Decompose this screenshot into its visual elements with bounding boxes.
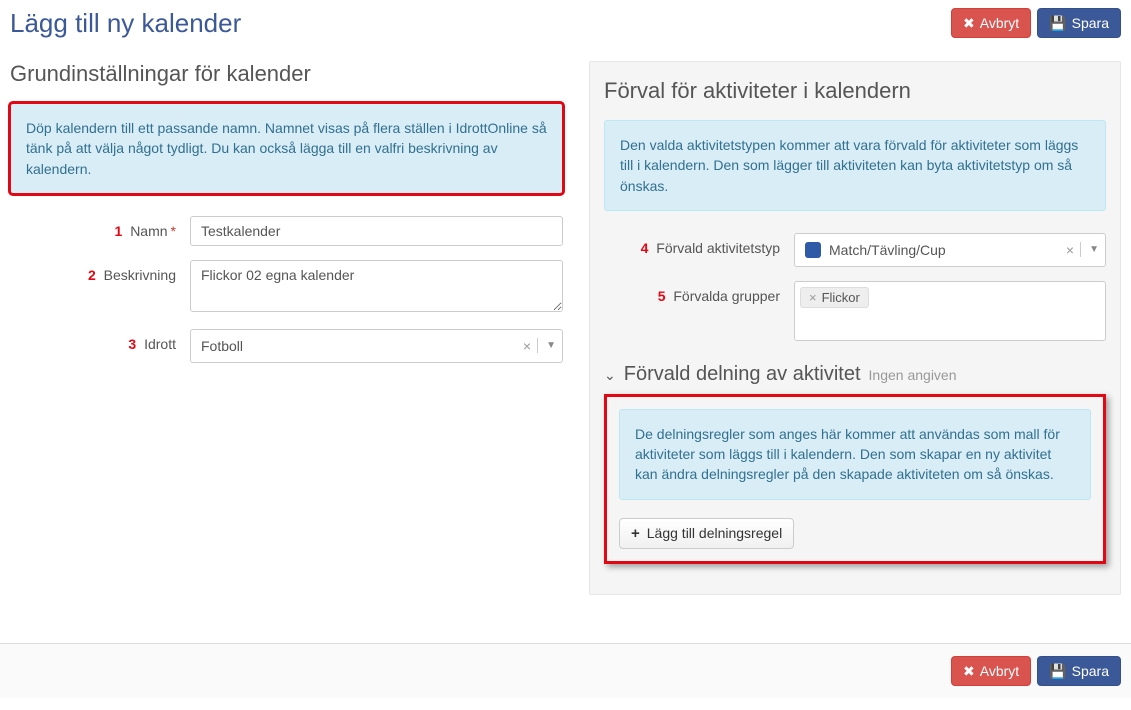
annotation-5: 5 bbox=[658, 288, 666, 304]
group-tag-label: Flickor bbox=[822, 290, 860, 305]
activity-type-label: 4 Förvald aktivitetstyp bbox=[604, 233, 794, 256]
basic-settings-title: Grundinställningar för kalender bbox=[10, 61, 563, 87]
save-icon: 💾 bbox=[1049, 16, 1066, 30]
clear-icon[interactable]: × bbox=[1060, 242, 1080, 258]
required-marker: * bbox=[171, 223, 176, 239]
groups-input[interactable]: × Flickor bbox=[794, 281, 1106, 341]
clear-icon[interactable]: × bbox=[517, 338, 537, 354]
add-sharing-rule-label: Lägg till delningsregel bbox=[647, 525, 782, 541]
add-sharing-rule-button[interactable]: + Lägg till delningsregel bbox=[619, 518, 794, 549]
plus-icon: + bbox=[631, 525, 640, 542]
name-input[interactable] bbox=[190, 216, 563, 246]
close-icon: ✖ bbox=[963, 16, 975, 30]
groups-label: 5 Förvalda grupper bbox=[604, 281, 794, 304]
name-label: 1 Namn* bbox=[10, 216, 190, 239]
annotation-2: 2 bbox=[88, 267, 96, 283]
sport-label: 3 Idrott bbox=[10, 329, 190, 352]
activity-type-select[interactable]: Match/Tävling/Cup × ▼ bbox=[794, 233, 1106, 267]
sharing-status: Ingen angiven bbox=[869, 367, 957, 383]
sharing-section-title: Förvald delning av aktivitet bbox=[624, 363, 861, 386]
annotation-1: 1 bbox=[115, 223, 123, 239]
close-icon: ✖ bbox=[963, 664, 975, 678]
description-label: 2 Beskrivning bbox=[10, 260, 190, 283]
chevron-down-icon: ⌄ bbox=[604, 367, 616, 384]
save-button-footer[interactable]: 💾 Spara bbox=[1037, 656, 1121, 686]
defaults-info: Den valda aktivitetstypen kommer att var… bbox=[604, 120, 1106, 211]
cancel-button-label: Avbryt bbox=[980, 15, 1019, 31]
cancel-button[interactable]: ✖ Avbryt bbox=[951, 8, 1031, 38]
remove-tag-icon[interactable]: × bbox=[809, 290, 817, 305]
sharing-panel: De delningsregler som anges här kommer a… bbox=[604, 394, 1106, 564]
annotation-4: 4 bbox=[641, 240, 649, 256]
basic-settings-info: Döp kalendern till ett passande namn. Na… bbox=[10, 103, 563, 194]
chevron-down-icon[interactable]: ▼ bbox=[537, 338, 556, 353]
sharing-section-toggle[interactable]: ⌄ Förvald delning av aktivitet Ingen ang… bbox=[604, 363, 1106, 386]
description-input[interactable]: Flickor 02 egna kalender bbox=[190, 260, 563, 312]
sharing-info: De delningsregler som anges här kommer a… bbox=[619, 409, 1091, 500]
save-button[interactable]: 💾 Spara bbox=[1037, 8, 1121, 38]
sport-select-value: Fotboll bbox=[201, 338, 517, 354]
group-tag[interactable]: × Flickor bbox=[800, 287, 869, 308]
cancel-button-label: Avbryt bbox=[980, 663, 1019, 679]
sport-select[interactable]: Fotboll × ▼ bbox=[190, 329, 563, 363]
annotation-3: 3 bbox=[128, 336, 136, 352]
chevron-down-icon[interactable]: ▼ bbox=[1080, 242, 1099, 257]
color-swatch bbox=[805, 242, 821, 258]
save-button-label: Spara bbox=[1072, 663, 1109, 679]
cancel-button-footer[interactable]: ✖ Avbryt bbox=[951, 656, 1031, 686]
save-button-label: Spara bbox=[1072, 15, 1109, 31]
activity-type-value: Match/Tävling/Cup bbox=[829, 242, 1060, 258]
save-icon: 💾 bbox=[1049, 664, 1066, 678]
defaults-title: Förval för aktiviteter i kalendern bbox=[604, 78, 1106, 104]
page-title: Lägg till ny kalender bbox=[10, 8, 241, 39]
